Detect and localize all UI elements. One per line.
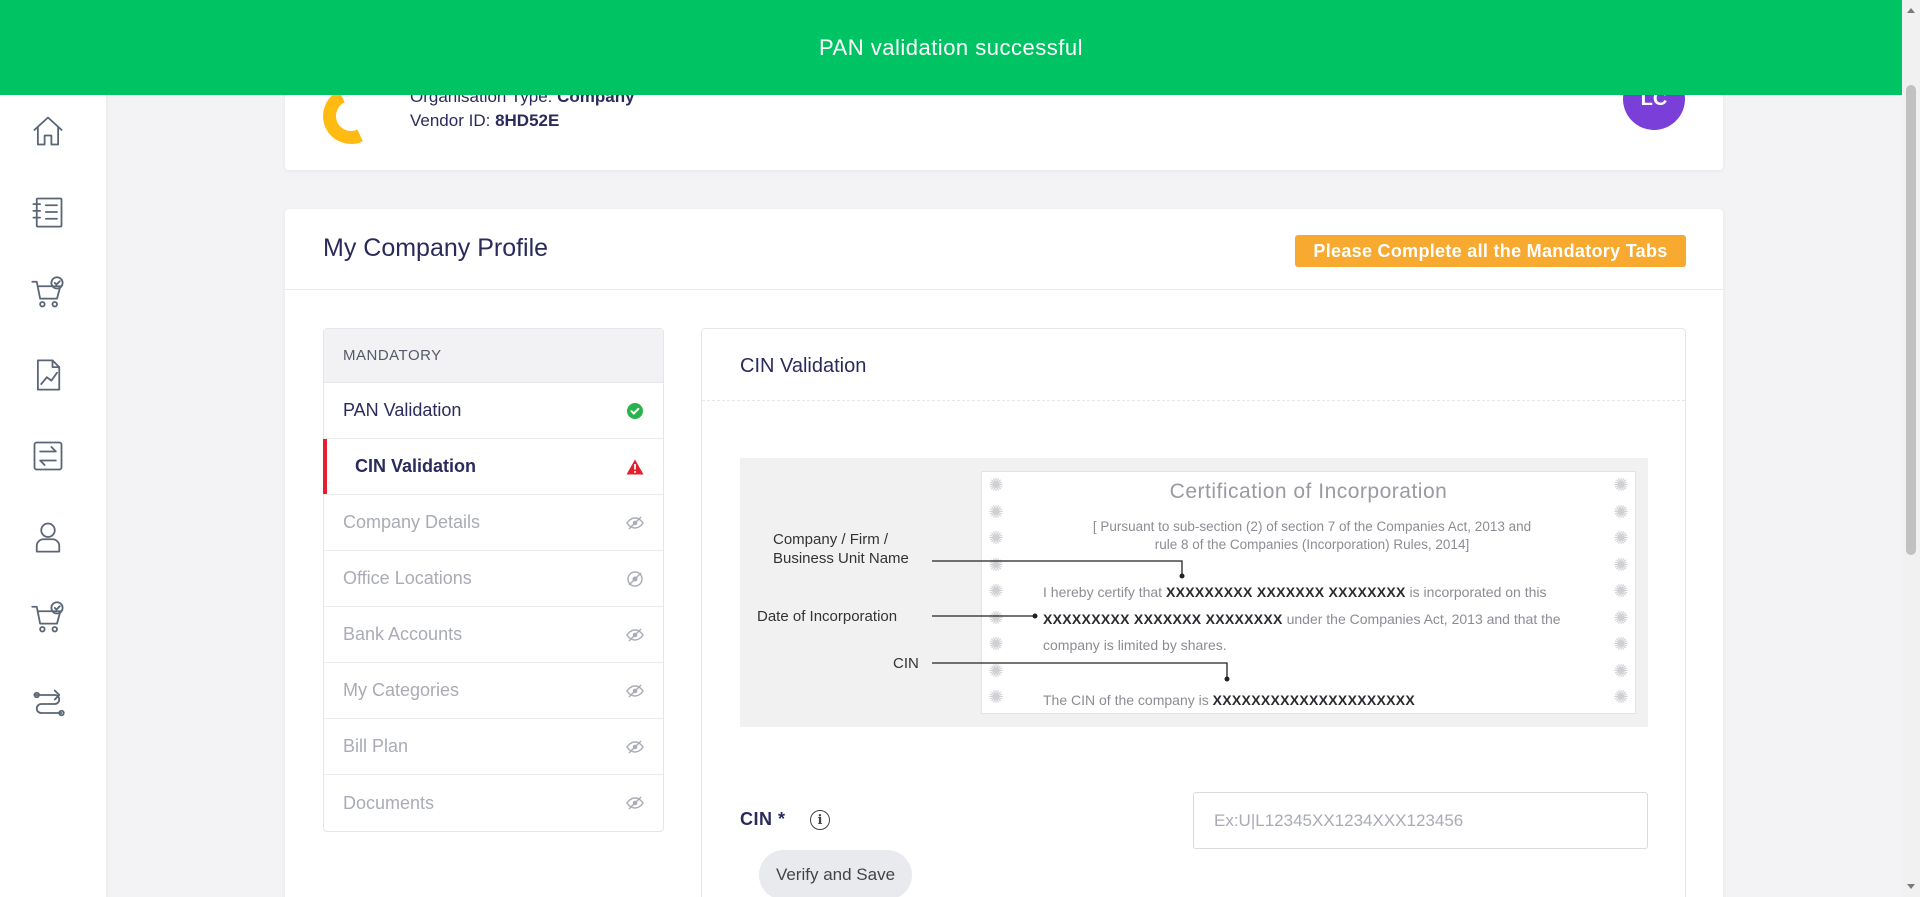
scroll-thumb[interactable] xyxy=(1906,85,1916,555)
delivery-icon xyxy=(33,689,65,717)
certificate-sample-illustration: ✺ ✺ ✺ ✺ ✺ ✺ ✺ ✺ ✺ ✺ ✺ ✺ ✺ ✺ ✺ ✺ ✺ ✺ Certification of Inc… xyxy=(740,458,1648,727)
eye-off-icon xyxy=(626,738,644,756)
nav-orders[interactable] xyxy=(28,273,68,313)
vendor-id-value: 8HD52E xyxy=(495,111,560,130)
report-chart-icon xyxy=(36,359,61,391)
tab-my-categories[interactable]: My Categories xyxy=(324,663,663,719)
vendor-id-label: Vendor ID: xyxy=(410,111,491,130)
company-profile-card: My Company Profile Please Complete all t… xyxy=(285,209,1723,897)
certificate-cin-line: The CIN of the company is XXXXXXXXXXXXXX… xyxy=(1043,692,1415,708)
eye-off-icon xyxy=(626,626,644,644)
success-toast: PAN validation successful xyxy=(0,0,1902,95)
transfer-icon xyxy=(33,441,63,471)
certificate-subtitle-line: rule 8 of the Companies (Incorporation) … xyxy=(1154,537,1470,552)
cart-check-icon xyxy=(31,276,64,308)
profile-tab-list: MANDATORY PAN Validation CIN Validation … xyxy=(323,328,664,832)
user-icon xyxy=(35,522,61,553)
tab-office-locations[interactable]: Office Locations xyxy=(324,551,663,607)
certificate-text: I hereby certify that xyxy=(1043,584,1163,600)
certificate-border-ornament: ✺ ✺ ✺ ✺ ✺ ✺ ✺ ✺ ✺ xyxy=(1613,475,1629,707)
tab-bill-plan[interactable]: Bill Plan xyxy=(324,719,663,775)
scroll-down-arrow[interactable] xyxy=(1907,884,1915,889)
certificate-body: I hereby certify that XXXXXXXXX XXXXXXX … xyxy=(1043,579,1603,659)
callout-cin: CIN xyxy=(893,655,919,672)
tab-company-details[interactable]: Company Details xyxy=(324,495,663,551)
nav-transfers[interactable] xyxy=(28,436,68,476)
info-icon[interactable]: i xyxy=(810,810,830,830)
panel-title: CIN Validation xyxy=(740,355,867,377)
nav-profile[interactable] xyxy=(28,517,68,557)
nav-delivery[interactable] xyxy=(28,684,68,724)
eye-off-icon xyxy=(626,514,644,532)
tab-label: CIN Validation xyxy=(355,456,477,476)
callout-date: Date of Incorporation xyxy=(757,608,898,625)
nav-reports[interactable] xyxy=(28,355,68,395)
verify-and-save-button[interactable]: Verify and Save xyxy=(759,850,912,897)
tab-pan-validation[interactable]: PAN Validation xyxy=(324,383,663,439)
cin-field-label: CIN * xyxy=(740,809,786,829)
tab-label: PAN Validation xyxy=(343,400,462,420)
callout-text: Business Unit Name xyxy=(773,550,909,567)
certificate-name-placeholder: XXXXXXXXX XXXXXXX XXXXXXXX xyxy=(1165,584,1406,600)
certificate-subtitle-line: [ Pursuant to sub-section (2) of section… xyxy=(1092,519,1532,534)
tab-group-heading: MANDATORY xyxy=(324,329,663,383)
nav-home[interactable] xyxy=(28,111,68,151)
tab-bank-accounts[interactable]: Bank Accounts xyxy=(324,607,663,663)
check-circle-icon xyxy=(626,402,644,420)
certificate-cin-placeholder: XXXXXXXXXXXXXXXXXXXXX xyxy=(1212,692,1416,708)
certificate-title: Certification of Incorporation xyxy=(1169,480,1448,503)
callout-company-name: Company / Firm / Business Unit Name xyxy=(773,530,909,568)
side-nav xyxy=(0,0,106,897)
certificate-text: is incorporated on this xyxy=(1409,584,1547,600)
tab-label: Office Locations xyxy=(343,568,472,588)
cin-validation-panel: CIN Validation ✺ ✺ ✺ ✺ ✺ ✺ ✺ ✺ ✺ ✺ ✺ ✺ ✺ ✺ ✺ ✺ ✺ ✺ Certi… xyxy=(701,328,1686,897)
certificate-text: The CIN of the company is xyxy=(1043,692,1209,708)
vendor-id: Vendor ID: 8HD52E xyxy=(410,111,559,131)
eye-off-icon xyxy=(626,794,644,812)
divider xyxy=(702,400,1685,401)
mandatory-tabs-badge: Please Complete all the Mandatory Tabs xyxy=(1295,235,1686,267)
tab-documents[interactable]: Documents xyxy=(324,775,663,831)
tab-cin-validation[interactable]: CIN Validation xyxy=(323,439,663,495)
eye-off-icon xyxy=(626,570,644,588)
catalog-icon xyxy=(32,197,63,228)
certificate-date-placeholder: XXXXXXXXX XXXXXXX XXXXXXXX xyxy=(1043,610,1283,627)
cin-input[interactable] xyxy=(1193,792,1648,849)
callout-text: Company / Firm / xyxy=(773,531,889,548)
tab-label: My Categories xyxy=(343,680,460,700)
tab-label: Documents xyxy=(343,792,435,813)
tab-label: Bill Plan xyxy=(343,736,409,756)
certificate-sample: ✺ ✺ ✺ ✺ ✺ ✺ ✺ ✺ ✺ ✺ ✺ ✺ ✺ ✺ ✺ ✺ ✺ ✺ Certification of Inc… xyxy=(981,471,1636,714)
certificate-border-ornament: ✺ ✺ ✺ ✺ ✺ ✺ ✺ ✺ ✺ xyxy=(988,475,1004,707)
nav-orders-2[interactable] xyxy=(28,598,68,638)
tab-label: Company Details xyxy=(343,512,481,532)
page-title: My Company Profile xyxy=(323,234,549,262)
tab-label: Bank Accounts xyxy=(343,624,463,644)
toast-message: PAN validation successful xyxy=(819,34,1083,60)
page-scrollbar[interactable] xyxy=(1902,0,1920,897)
home-icon xyxy=(33,116,63,146)
scroll-up-arrow[interactable] xyxy=(1907,8,1915,13)
warning-icon xyxy=(626,458,644,476)
cart-check-icon xyxy=(31,601,64,633)
eye-off-icon xyxy=(626,682,644,700)
nav-catalog[interactable] xyxy=(28,192,68,232)
certificate-subtitle: [ Pursuant to sub-section (2) of section… xyxy=(1042,518,1582,554)
divider xyxy=(285,289,1723,290)
